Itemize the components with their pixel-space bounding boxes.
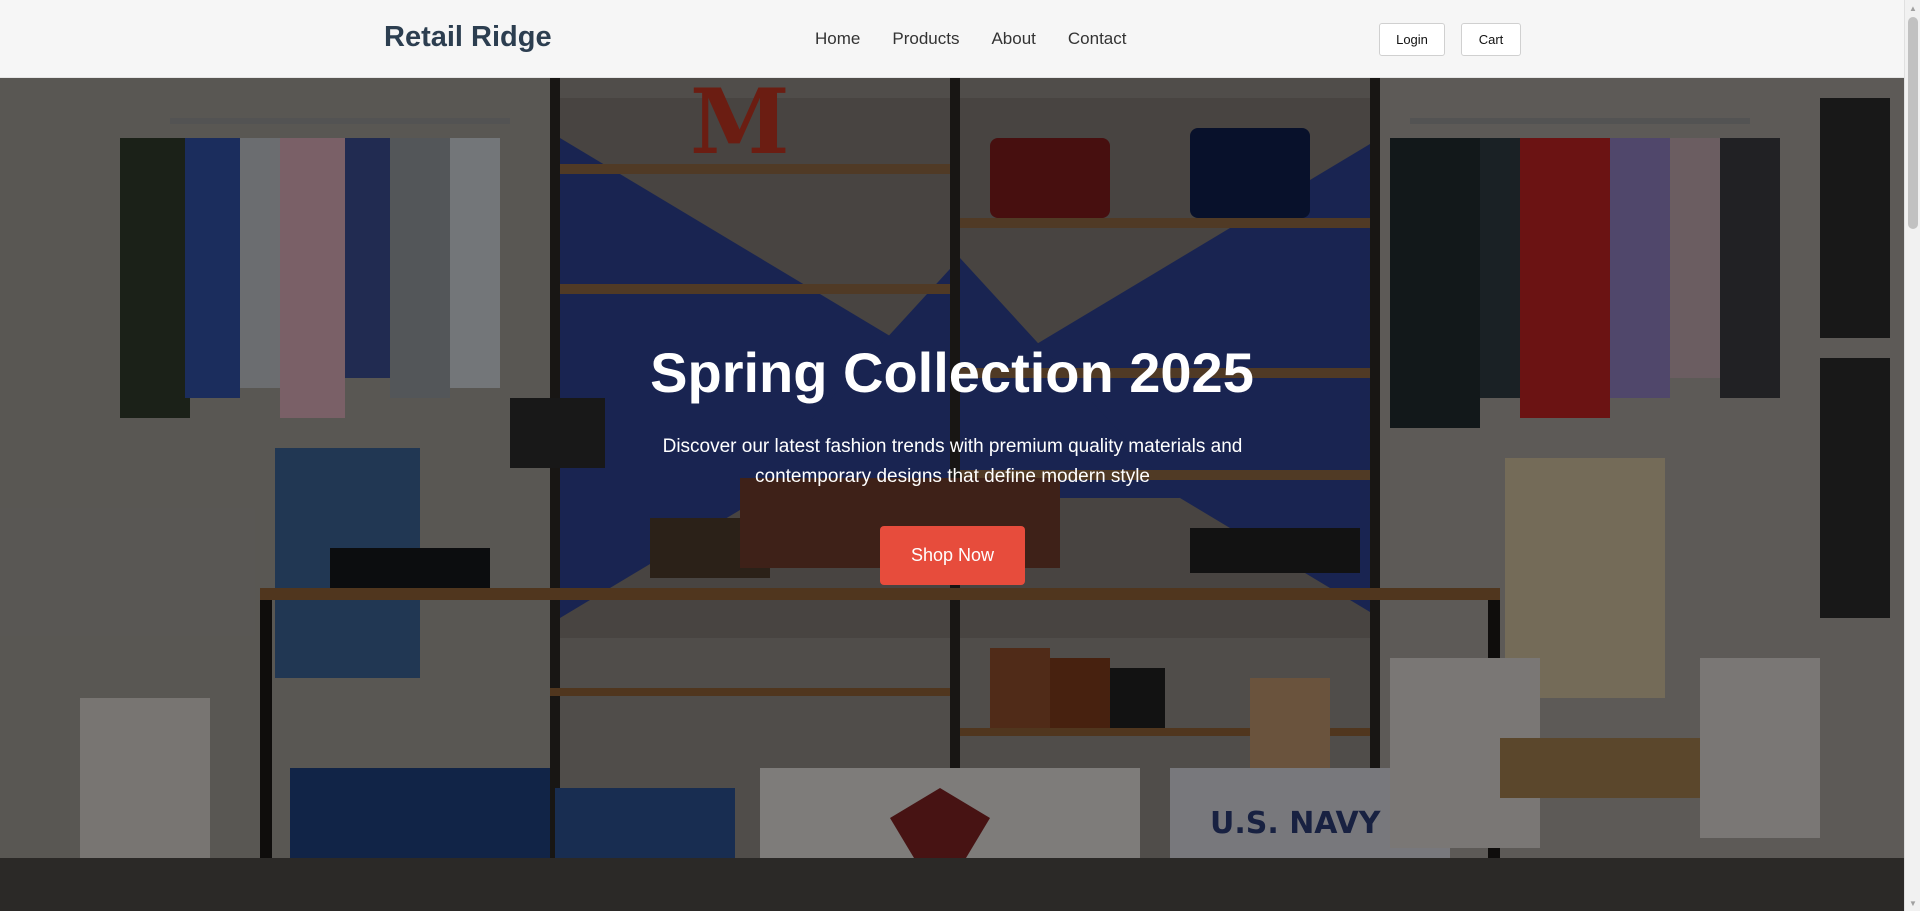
scroll-thumb[interactable] xyxy=(1908,17,1918,229)
nav-contact-link[interactable]: Contact xyxy=(1068,29,1127,49)
scroll-down-arrow-icon[interactable]: ▼ xyxy=(1905,895,1920,911)
nav-home-link[interactable]: Home xyxy=(815,29,860,49)
main-nav: Home Products About Contact xyxy=(815,29,1126,49)
cart-button[interactable]: Cart xyxy=(1461,23,1521,56)
nav-products-link[interactable]: Products xyxy=(892,29,959,49)
hero-title: Spring Collection 2025 xyxy=(650,341,1254,404)
nav-about-link[interactable]: About xyxy=(991,29,1035,49)
hero-section: M U.S. NAVY Spring Collection 2025 Disco… xyxy=(0,78,1904,911)
shop-now-button[interactable]: Shop Now xyxy=(880,526,1025,585)
login-button[interactable]: Login xyxy=(1379,23,1445,56)
scroll-up-arrow-icon[interactable]: ▲ xyxy=(1905,0,1920,16)
site-header: Retail Ridge Home Products About Contact… xyxy=(0,0,1904,78)
hero-subtitle: Discover our latest fashion trends with … xyxy=(662,436,1243,487)
hero-overlay xyxy=(0,78,1904,911)
site-logo[interactable]: Retail Ridge xyxy=(384,21,552,54)
page-scrollbar[interactable]: ▲ ▼ xyxy=(1904,0,1920,911)
